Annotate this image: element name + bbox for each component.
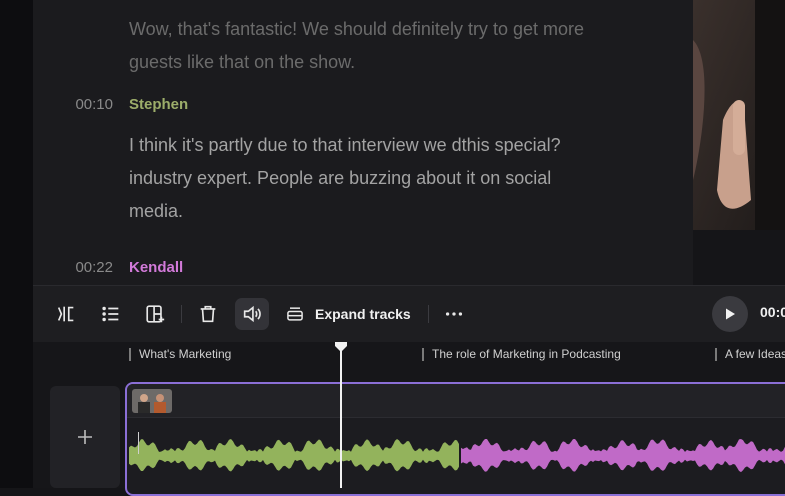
track-header bbox=[127, 384, 785, 418]
chapter-marker[interactable]: A few Ideas bbox=[715, 348, 785, 361]
transcript-panel: Wow, that's fantastic! We should definit… bbox=[33, 0, 693, 285]
chapter-marker[interactable]: The role of Marketing in Podcasting bbox=[422, 348, 621, 361]
layout-add-icon bbox=[146, 305, 165, 323]
video-preview[interactable] bbox=[693, 0, 785, 230]
playhead[interactable] bbox=[335, 342, 347, 488]
volume-button[interactable] bbox=[235, 298, 269, 330]
split-icon bbox=[57, 306, 74, 322]
expand-tracks-label: Expand tracks bbox=[315, 306, 411, 322]
toolbar-divider bbox=[181, 305, 182, 323]
timecode: 00:0 bbox=[760, 304, 785, 320]
plus-icon bbox=[78, 430, 92, 444]
play-button[interactable] bbox=[712, 296, 748, 332]
transcript-line[interactable]: Wow, that's fantastic! We should definit… bbox=[129, 13, 584, 46]
waveform-area[interactable] bbox=[127, 418, 785, 494]
clip-thumbnail[interactable] bbox=[132, 389, 172, 413]
chapters-button[interactable] bbox=[94, 298, 128, 330]
clip-thumbnail-image bbox=[132, 389, 172, 413]
audio-waveform bbox=[129, 439, 785, 473]
delete-button[interactable] bbox=[191, 298, 225, 330]
chapter-marker[interactable]: What's Marketing bbox=[129, 348, 231, 361]
tracks-icon bbox=[287, 307, 303, 321]
transcript-line[interactable]: I think it's partly due to that intervie… bbox=[129, 129, 561, 162]
transcript-line[interactable]: industry expert. People are buzzing abou… bbox=[129, 162, 551, 195]
clip-start-marker bbox=[138, 432, 139, 454]
editor-toolbar: Expand tracks 00:0 bbox=[33, 285, 785, 343]
trash-icon bbox=[200, 305, 216, 323]
timestamp[interactable]: 00:10 bbox=[63, 96, 113, 113]
split-button[interactable] bbox=[49, 298, 83, 330]
timeline[interactable]: What's Marketing The role of Marketing i… bbox=[33, 342, 785, 496]
more-options-button[interactable] bbox=[437, 298, 471, 330]
audio-track[interactable] bbox=[125, 382, 785, 496]
speaker-name[interactable]: Stephen bbox=[129, 96, 188, 113]
timestamp[interactable]: 00:22 bbox=[63, 259, 113, 276]
add-layout-button[interactable] bbox=[138, 298, 172, 330]
expand-tracks-button[interactable]: Expand tracks bbox=[285, 298, 411, 330]
transcript-line[interactable]: media. bbox=[129, 195, 183, 228]
transcript-line[interactable]: guests like that on the show. bbox=[129, 46, 355, 79]
add-track-button[interactable]: + bbox=[50, 386, 120, 488]
more-dots-icon bbox=[445, 312, 463, 316]
speaker-name[interactable]: Kendall bbox=[129, 259, 183, 276]
list-icon bbox=[102, 306, 119, 322]
left-rail bbox=[0, 0, 33, 488]
video-frame-image bbox=[693, 0, 785, 230]
play-icon bbox=[726, 308, 735, 320]
volume-icon bbox=[243, 305, 261, 323]
toolbar-divider bbox=[428, 305, 429, 323]
playhead-handle-icon bbox=[335, 342, 347, 352]
